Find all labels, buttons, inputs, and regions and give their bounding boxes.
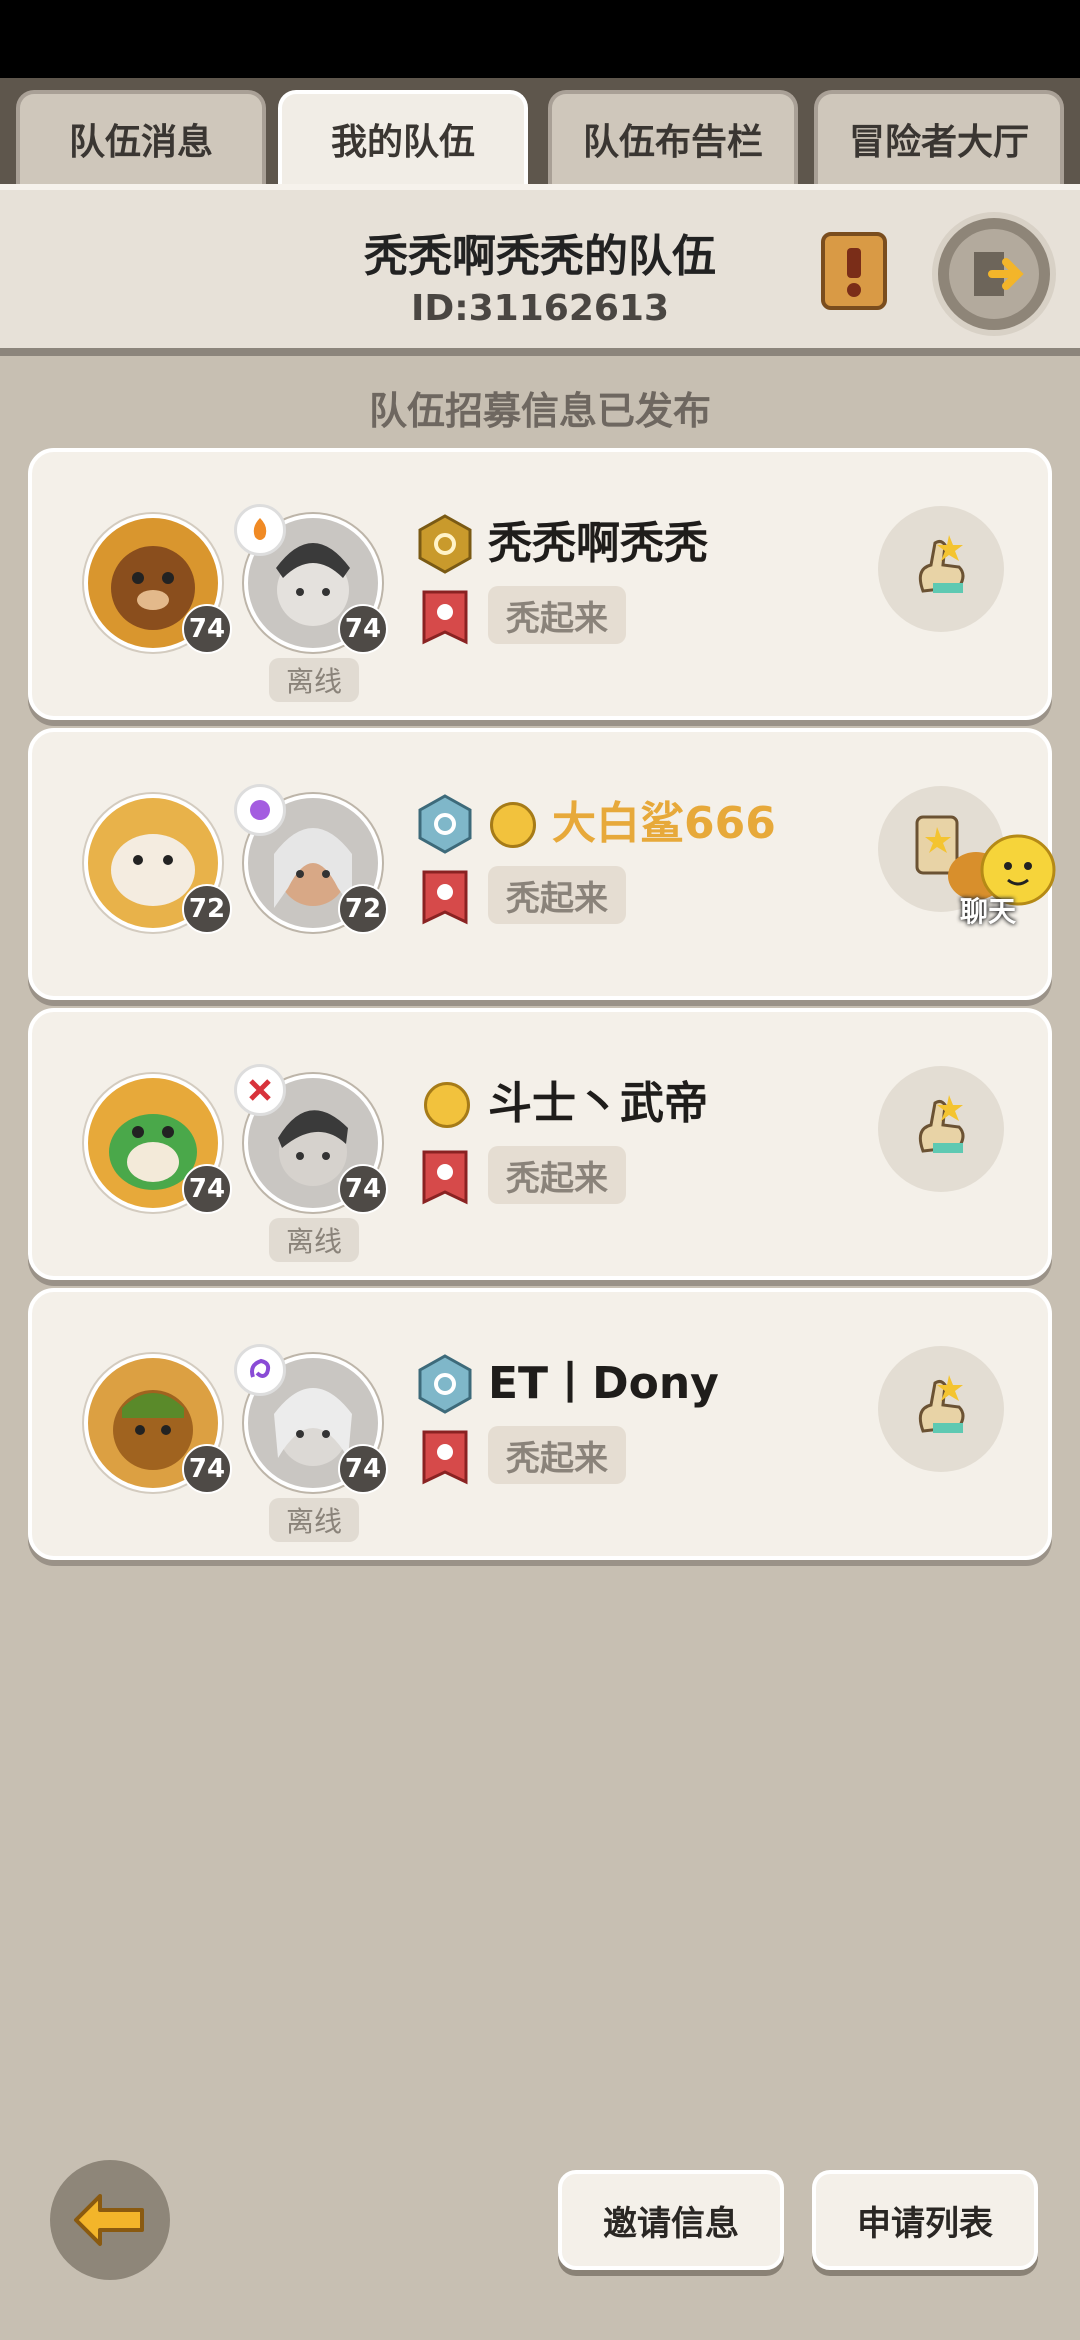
exit-arrow-icon (949, 229, 1039, 319)
like-button[interactable] (878, 1346, 1004, 1472)
like-button[interactable] (878, 506, 1004, 632)
warrior-class-icon (234, 1064, 286, 1116)
magic-class-icon (234, 784, 286, 836)
pet-level-badge: 72 (182, 884, 232, 934)
recruit-notice: 队伍招募信息已发布 (368, 389, 711, 433)
banner-icon (422, 1430, 468, 1485)
player-level-badge: 74 (338, 604, 388, 654)
back-button[interactable] (50, 2160, 170, 2280)
offline-status: 离线 (269, 1498, 359, 1542)
smile-face-icon (424, 1082, 470, 1128)
tab-team-messages[interactable]: 队伍消息 (16, 90, 266, 184)
silver-rank-icon (418, 794, 472, 854)
pet-level-badge: 74 (182, 1164, 232, 1214)
member-card: 74 74 离线 秃秃啊秃秃 秃起来 (28, 448, 1052, 720)
tab-team-board[interactable]: 队伍布告栏 (548, 90, 798, 184)
member-card: 74 74 离线 斗士丶武帝 秃起来 (28, 1008, 1052, 1280)
tab-my-team[interactable]: 我的队伍 (278, 90, 528, 184)
team-id: ID:31162613 (410, 288, 670, 329)
pet-level-badge: 74 (182, 1444, 232, 1494)
offline-status: 离线 (269, 658, 359, 702)
back-arrow-icon (74, 2194, 144, 2246)
member-card: 74 74 离线 ET丨Dony 秃起来 (28, 1288, 1052, 1560)
player-name: 秃秃啊秃秃 (488, 518, 708, 569)
invite-info-button[interactable]: 邀请信息 (558, 2170, 784, 2270)
pet-level-badge: 74 (182, 604, 232, 654)
fire-class-icon (234, 504, 286, 556)
like-button[interactable] (878, 1066, 1004, 1192)
scroll-notice-icon[interactable] (815, 226, 895, 316)
banner-icon (422, 590, 468, 645)
offline-status: 离线 (269, 1218, 359, 1262)
player-name: ET丨Dony (488, 1358, 719, 1409)
exit-team-button[interactable] (932, 212, 1056, 336)
player-level-badge: 74 (338, 1164, 388, 1214)
player-level-badge: 72 (338, 884, 388, 934)
title-tag: 秃起来 (488, 1426, 626, 1484)
title-tag: 秃起来 (488, 1146, 626, 1204)
title-tag: 秃起来 (488, 586, 626, 644)
member-card: 72 72 大白鲨666 秃起来 (28, 728, 1052, 1000)
player-level-badge: 74 (338, 1444, 388, 1494)
player-name: 大白鲨666 (552, 798, 776, 849)
banner-icon (422, 1150, 468, 1205)
gold-rank-icon (418, 514, 472, 574)
hand-star-icon (918, 1095, 965, 1153)
hand-star-icon (918, 535, 965, 593)
team-header: 秃秃啊秃秃的队伍 ID:31162613 (0, 184, 1080, 356)
team-name: 秃秃啊秃秃的队伍 (364, 231, 716, 282)
banner-icon (422, 870, 468, 925)
hand-star-icon (918, 1375, 965, 1433)
chat-label[interactable]: 聊天 (960, 890, 1016, 930)
apply-list-button[interactable]: 申请列表 (812, 2170, 1038, 2270)
player-name: 斗士丶武帝 (488, 1078, 708, 1129)
status-bar (0, 0, 1080, 78)
tab-adventurer-hall[interactable]: 冒险者大厅 (814, 90, 1064, 184)
smile-face-icon (490, 802, 536, 848)
silver-rank-icon (418, 1354, 472, 1414)
title-tag: 秃起来 (488, 866, 626, 924)
arcane-class-icon (234, 1344, 286, 1396)
